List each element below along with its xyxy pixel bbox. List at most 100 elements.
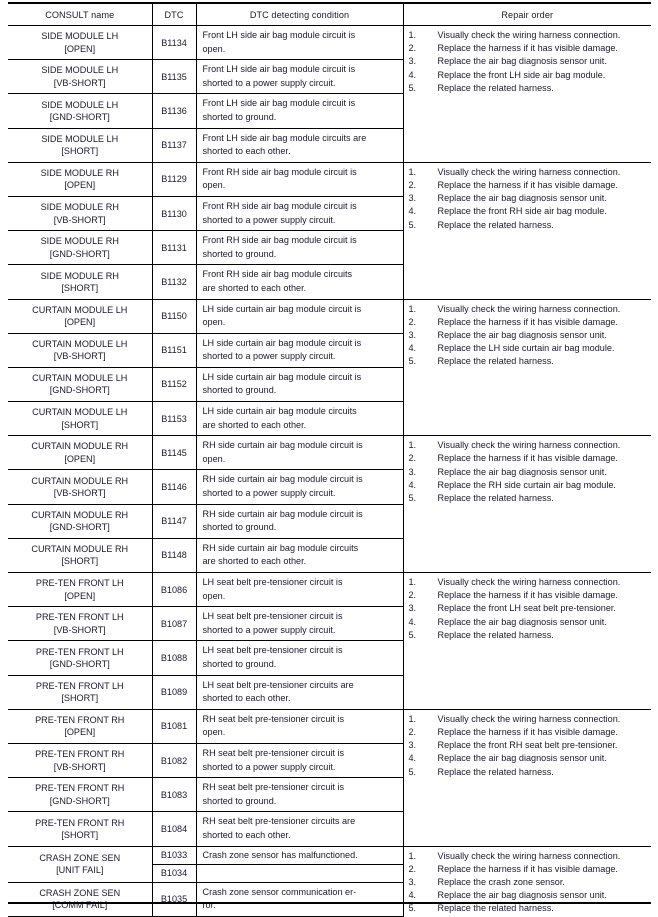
repair-order-step-text: Visually check the wiring harness connec…: [437, 303, 621, 314]
dtc-condition-line: RH side curtain air bag module circuit i…: [202, 440, 363, 451]
dtc-condition-line: open.: [202, 727, 226, 738]
repair-order-step-text: Replace the related harness.: [437, 903, 554, 914]
repair-order-step-number: 4.: [408, 479, 417, 490]
consult-name-line: SIDE MODULE LH: [41, 31, 119, 42]
dtc-condition-line: Front LH side air bag module circuit is: [202, 98, 356, 109]
consult-name-cell: CURTAIN MODULE RH [SHORT]: [8, 538, 152, 574]
repair-order-step-text: Replace the related harness.: [437, 82, 554, 93]
consult-name-line: CURTAIN MODULE LH: [32, 373, 128, 384]
dtc-code-cell: B1081: [151, 708, 196, 744]
repair-order-step-number: 4.: [408, 206, 417, 217]
dtc-condition-line: shorted to ground.: [202, 522, 277, 533]
dtc-condition-line: Front RH side air bag module circuits: [202, 269, 353, 280]
table-body: SIDE MODULE LH [OPEN] B1134 Front LH side a…: [8, 24, 652, 917]
dtc-condition-cell: LH seat belt pre-tensioner circuit is sho…: [195, 606, 403, 642]
repair-order-step-number: 4.: [408, 890, 417, 901]
repair-order-step: 3. Replace the air bag diagnosis sensor u…: [404, 192, 652, 205]
table-row: PRE-TEN FRONT RH [OPEN] B1081 RH seat belt …: [8, 708, 651, 847]
dtc-condition-line: shorted to ground.: [202, 111, 277, 122]
dtc-code-cell: B1083: [151, 777, 196, 813]
repair-order-step-text: Replace the harness if it has visible da…: [437, 863, 618, 874]
repair-order-step-number: 3.: [408, 56, 417, 67]
repair-order-step-text: Visually check the wiring harness connec…: [437, 30, 621, 40]
consult-name-cell: CURTAIN MODULE RH [VB-SHORT]: [8, 469, 152, 505]
consult-name-line: CURTAIN MODULE LH: [32, 304, 128, 315]
repair-order-step: 3. Replace the front LH seat belt pre-ten…: [404, 602, 652, 615]
repair-order-step-number: 4.: [408, 753, 417, 764]
table-row: CURTAIN MODULE LH [OPEN] B1150 LH side curt…: [8, 298, 651, 437]
dtc-condition-line: open.: [202, 43, 226, 54]
repair-order-step: 4. Replace the air bag diagnosis sensor u…: [404, 616, 652, 629]
repair-order-step-number: 5.: [408, 766, 417, 777]
consult-name-line: PRE-TEN FRONT RH: [35, 749, 125, 760]
consult-name-cell: PRE-TEN FRONT LH [VB-SHORT]: [8, 606, 152, 642]
dtc-condition-cell: LH side curtain air bag module circuit i…: [195, 333, 403, 368]
repair-order-step-text: Replace the related harness.: [437, 219, 554, 230]
consult-name-line: [SHORT]: [61, 282, 99, 293]
consult-name-line: PRE-TEN FRONT LH: [35, 578, 124, 589]
repair-order-step: 2. Replace the harness if it has visible …: [404, 863, 652, 876]
repair-order-step-number: 1.: [408, 440, 417, 451]
dtc-condition-line: shorted to ground.: [202, 385, 277, 396]
consult-name-line: [VB-SHORT]: [53, 214, 106, 225]
repair-order-step-number: 4.: [408, 343, 417, 354]
repair-order-step-number: 1.: [408, 30, 417, 40]
dtc-condition-cell: RH seat belt pre-tensioner circuit is sho…: [195, 743, 403, 779]
consult-name-cell: SIDE MODULE LH [VB-SHORT]: [8, 59, 152, 95]
consult-name-cell: PRE-TEN FRONT RH [GND-SHORT]: [8, 777, 152, 813]
repair-order-step: 5. Replace the related harness.: [404, 902, 652, 915]
repair-order-step-number: 4.: [408, 69, 417, 80]
consult-name-cell: SIDE MODULE RH [OPEN]: [8, 161, 152, 197]
dtc-code-cell: B1153: [151, 401, 196, 437]
dtc-condition-line: shorted to each other.: [202, 829, 291, 840]
dtc-condition-line: RH side curtain air bag module circuits: [202, 542, 359, 553]
repair-order-step-text: Replace the air bag diagnosis sensor uni…: [437, 616, 607, 627]
consult-name-line: CRASH ZONE SEN: [39, 852, 121, 863]
consult-name-cell: SIDE MODULE LH [SHORT]: [8, 128, 152, 163]
consult-name-cell: SIDE MODULE LH [OPEN]: [8, 24, 152, 61]
repair-order-step: 4. Replace the air bag diagnosis sensor u…: [404, 889, 652, 902]
repair-order-step-text: Replace the front LH side air bag module…: [437, 69, 606, 80]
consult-name-line: CURTAIN MODULE RH: [31, 475, 129, 486]
repair-order-step: 4. Replace the RH side curtain air bag mo…: [404, 479, 652, 492]
dtc-condition-line: LH seat belt pre-tensioner circuits are: [202, 679, 354, 690]
consult-name-line: SIDE MODULE LH: [41, 133, 119, 144]
consult-name-line: SIDE MODULE RH: [40, 236, 119, 247]
consult-name-line: PRE-TEN FRONT RH: [35, 783, 125, 794]
repair-order-step-number: 2.: [408, 590, 417, 601]
dtc-code-cell: B1135: [151, 59, 196, 95]
consult-name-line: [SHORT]: [61, 419, 99, 430]
dtc-condition-line: shorted to a power supply circuit.: [202, 624, 336, 635]
repair-order-step-text: Replace the air bag diagnosis sensor uni…: [437, 329, 607, 340]
dtc-code-cell: B1087: [151, 606, 196, 642]
dtc-condition-line: shorted to a power supply circuit.: [202, 214, 336, 225]
repair-order-step-text: Visually check the wiring harness connec…: [437, 166, 621, 177]
repair-order-step: 5. Replace the related harness.: [404, 766, 652, 779]
repair-order-step-number: 5.: [408, 219, 417, 230]
consult-name-line: [GND-SHORT]: [49, 658, 110, 669]
repair-order-step: 5. Replace the related harness.: [404, 219, 652, 232]
dtc-condition-line: LH side curtain air bag module circuit i…: [202, 337, 362, 348]
consult-name-line: SIDE MODULE LH: [41, 99, 119, 110]
consult-name-cell: CRASH ZONE SEN [UNIT FAIL]: [8, 845, 152, 883]
consult-name-line: CURTAIN MODULE RH: [31, 441, 129, 452]
dtc-condition-line: are shorted to each other.: [202, 282, 307, 293]
repair-order-step-text: Replace the related harness.: [437, 766, 554, 777]
repair-order-step: 1. Visually check the wiring harness conn…: [404, 166, 652, 179]
dtc-condition-cell: RH side curtain air bag module circuit i…: [195, 469, 403, 505]
dtc-code-cell: B1084: [151, 811, 196, 847]
dtc-condition-line: open.: [202, 590, 226, 601]
dtc-condition-cell: Front RH side air bag module circuits are…: [195, 264, 403, 300]
dtc-condition-line: Front RH side air bag module circuit is: [202, 166, 357, 177]
repair-order-step-text: Visually check the wiring harness connec…: [437, 850, 621, 861]
consult-name-cell: CURTAIN MODULE RH [GND-SHORT]: [8, 504, 152, 539]
consult-name-line: [VB-SHORT]: [53, 488, 106, 499]
dtc-index-sheet: CONSULT name DTC DTC detecting condition…: [0, 0, 658, 917]
consult-name-line: SIDE MODULE RH: [40, 270, 119, 281]
repair-order-step-number: 3.: [408, 740, 417, 751]
consult-name-cell: CURTAIN MODULE RH [OPEN]: [8, 435, 152, 471]
dtc-condition-cell: RH seat belt pre-tensioner circuit is ope…: [195, 708, 403, 744]
repair-order-step-number: 2.: [408, 179, 417, 190]
dtc-condition-cell: LH side curtain air bag module circuits a…: [195, 401, 403, 437]
dtc-condition-line: LH side curtain air bag module circuit i…: [202, 303, 362, 314]
